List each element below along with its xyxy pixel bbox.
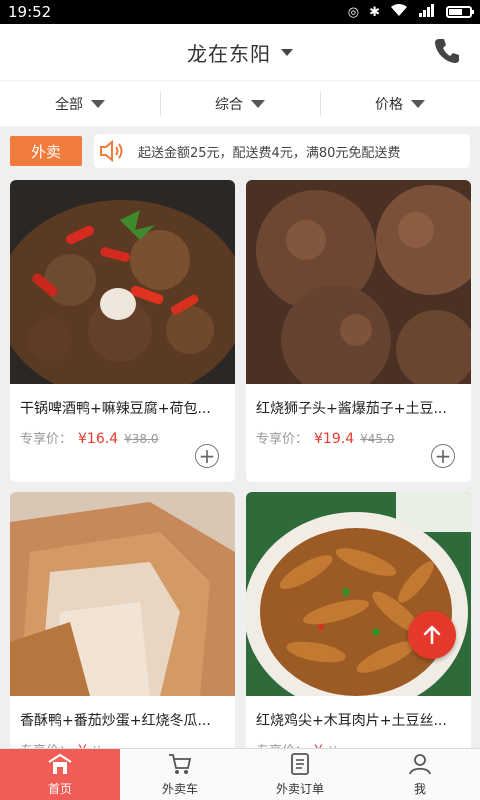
person-icon	[409, 754, 431, 775]
tab-orders[interactable]: 外卖订单	[240, 749, 360, 800]
product-price: ¥16.4	[78, 431, 119, 447]
tab-me[interactable]: 我	[360, 749, 480, 800]
filter-price[interactable]: 价格	[320, 81, 480, 126]
price-label: 专享价：	[20, 432, 73, 447]
filter-bar: 全部 综合 价格	[0, 80, 480, 126]
speaker-icon	[100, 139, 123, 163]
delivery-notice: 起送金额25元，配送费4元，满80元免配送费	[94, 134, 470, 168]
product-price-line: 专享价： ¥ ¥	[10, 730, 235, 748]
chevron-down-icon	[411, 99, 425, 108]
notice-text: 起送金额25元，配送费4元，满80元免配送费	[138, 145, 401, 161]
bottom-tab-bar: 首页 外卖车 外卖订单 我	[0, 748, 480, 800]
takeout-tag: 外卖	[10, 136, 82, 166]
product-name: 干锅啤酒鸭+嘛辣豆腐+荷包...	[20, 401, 211, 417]
product-card[interactable]: 红烧狮子头+酱爆茄子+土豆... 专享价： ¥19.4 ¥45.0 +	[246, 180, 471, 482]
product-grid: 干锅啤酒鸭+嘛辣豆腐+荷包... 专享价： ¥16.4 ¥38.0 + 红烧狮子…	[0, 178, 480, 748]
battery-icon	[446, 6, 474, 18]
tab-label: 首页	[47, 782, 72, 796]
home-icon	[48, 753, 72, 774]
store-selector[interactable]: 龙在东阳	[187, 38, 293, 67]
status-bar: 19:52 ◎ ✱	[0, 0, 480, 24]
product-price: ¥19.4	[314, 431, 355, 447]
product-image	[10, 180, 235, 384]
chevron-down-icon	[91, 99, 105, 108]
product-price-line: 专享价： ¥19.4 ¥45.0	[246, 418, 471, 447]
filter-label: 价格	[375, 96, 403, 113]
add-to-cart-button[interactable]: +	[431, 444, 455, 468]
chevron-down-icon	[251, 99, 265, 108]
product-card[interactable]: 香酥鸭+番茄炒蛋+红烧冬瓜... 专享价： ¥ ¥	[10, 492, 235, 748]
wifi-icon	[390, 3, 408, 21]
signal-icon	[418, 3, 436, 21]
price-label: 专享价：	[256, 740, 308, 748]
arrow-up-icon	[423, 625, 441, 645]
filter-all[interactable]: 全部	[0, 81, 160, 126]
phone-icon[interactable]	[432, 36, 462, 66]
tab-cart[interactable]: 外卖车	[120, 749, 240, 800]
status-icons: ◎ ✱	[347, 3, 474, 21]
product-image	[246, 492, 471, 696]
tab-home[interactable]: 首页	[0, 749, 120, 800]
chevron-down-icon	[281, 48, 293, 56]
product-name: 香酥鸭+番茄炒蛋+红烧冬瓜...	[20, 713, 211, 729]
product-price-line: 专享价： ¥16.4 ¥38.0	[10, 418, 235, 447]
product-image	[10, 492, 235, 696]
status-time: 19:52	[8, 3, 52, 21]
filter-comprehensive[interactable]: 综合	[160, 81, 320, 126]
notice-row: 外卖 起送金额25元，配送费4元，满80元免配送费	[0, 126, 480, 178]
product-original-price: ¥45.0	[360, 432, 395, 446]
scroll-to-top-button[interactable]	[408, 611, 456, 659]
add-to-cart-button[interactable]: +	[195, 444, 219, 468]
product-original-price: ¥38.0	[124, 432, 159, 446]
filter-label: 全部	[55, 96, 83, 113]
product-card[interactable]: 干锅啤酒鸭+嘛辣豆腐+荷包... 专享价： ¥16.4 ¥38.0 +	[10, 180, 235, 482]
cart-icon	[169, 754, 192, 774]
tab-label: 外卖订单	[275, 782, 324, 796]
product-name: 红烧狮子头+酱爆茄子+土豆...	[256, 401, 447, 417]
app-header: 龙在东阳	[0, 24, 480, 80]
bluetooth-icon: ✱	[369, 4, 380, 20]
tab-label: 我	[413, 782, 426, 796]
product-price-line: 专享价： ¥ ¥	[246, 730, 471, 748]
product-image	[246, 180, 471, 384]
price-label: 专享价：	[256, 432, 309, 447]
tab-label: 外卖车	[161, 782, 198, 796]
price-label: 专享价：	[20, 740, 72, 748]
filter-label: 综合	[215, 96, 243, 113]
product-name: 红烧鸡尖+木耳肉片+土豆丝...	[256, 713, 447, 729]
alarm-icon: ◎	[347, 4, 360, 20]
page-title: 龙在东阳	[187, 41, 271, 66]
order-icon	[291, 753, 309, 775]
